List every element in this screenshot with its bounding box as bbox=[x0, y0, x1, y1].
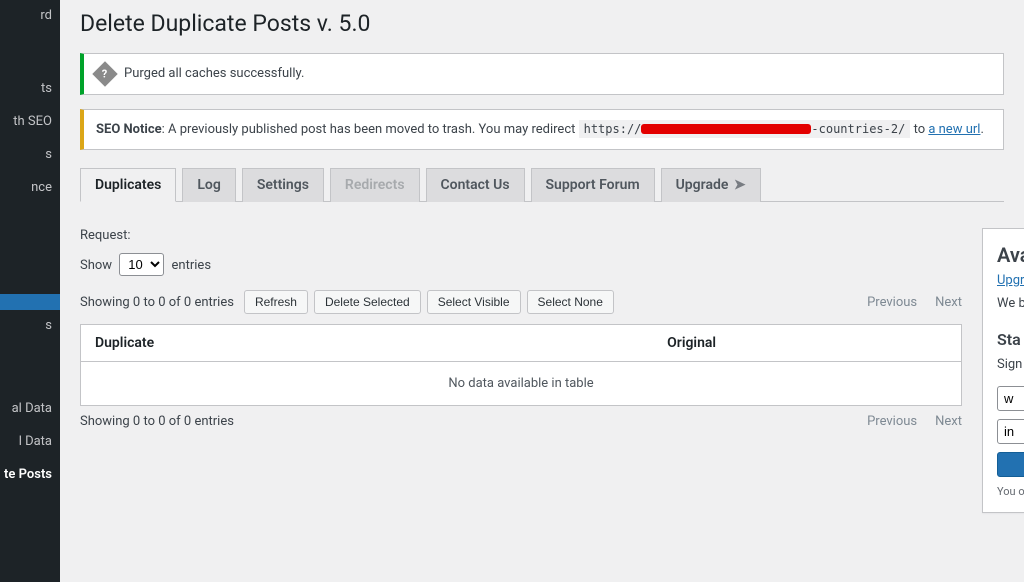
col-original[interactable]: Original bbox=[653, 325, 961, 362]
sidebar-item[interactable]: nce bbox=[0, 172, 60, 205]
length-suffix: entries bbox=[172, 258, 212, 273]
empty-row: No data available in table bbox=[81, 362, 962, 406]
right-small: You o our E bbox=[997, 485, 1024, 498]
prev-page-bottom[interactable]: Previous bbox=[867, 414, 917, 429]
tab-settings[interactable]: Settings bbox=[242, 168, 324, 202]
sidebar-item[interactable] bbox=[0, 33, 60, 73]
right-submit-button[interactable] bbox=[997, 452, 1024, 477]
sidebar-item[interactable]: ts bbox=[0, 73, 60, 106]
sidebar-item[interactable]: th SEO bbox=[0, 106, 60, 139]
pager-bottom: Previous Next bbox=[867, 414, 962, 429]
notice-seo: SEO Notice: A previously published post … bbox=[80, 109, 1004, 151]
select-visible-button[interactable]: Select Visible bbox=[427, 290, 521, 314]
page-title: Delete Duplicate Posts v. 5.0 bbox=[80, 10, 1004, 37]
sidebar-item[interactable]: te Posts bbox=[0, 459, 60, 492]
right-p1: We before bbox=[997, 294, 1024, 314]
info-icon: ? bbox=[92, 61, 117, 86]
seo-notice-mid: to bbox=[914, 122, 929, 137]
seo-notice-url: https://-countries-2/ bbox=[579, 120, 911, 138]
tabs: Duplicates Log Settings Redirects Contac… bbox=[80, 168, 1004, 202]
sidebar-item[interactable]: l Data bbox=[0, 426, 60, 459]
right-heading: Available bbox=[997, 243, 1024, 267]
new-url-link[interactable]: a new url bbox=[928, 122, 980, 137]
notice-success: ? Purged all caches successfully. bbox=[80, 53, 1004, 95]
duplicates-table: Duplicate Original No data available in … bbox=[80, 324, 962, 406]
next-page-bottom[interactable]: Next bbox=[935, 414, 962, 429]
refresh-button[interactable]: Refresh bbox=[244, 290, 308, 314]
seo-notice-before: : A previously published post has been m… bbox=[162, 122, 579, 137]
prev-page[interactable]: Previous bbox=[867, 295, 917, 310]
right-input-2[interactable] bbox=[997, 419, 1024, 444]
entries-info-bottom: Showing 0 to 0 of 0 entries bbox=[80, 414, 234, 429]
seo-notice-after: . bbox=[980, 122, 983, 137]
length-prefix: Show bbox=[80, 258, 112, 273]
sidebar-item[interactable]: s bbox=[0, 139, 60, 172]
sidebar-item[interactable]: al Data bbox=[0, 393, 60, 426]
sidebar-item[interactable]: rd bbox=[0, 0, 60, 33]
request-label: Request: bbox=[80, 228, 962, 243]
admin-sidebar: rd ts th SEO s nce s al Data l Data te P… bbox=[0, 0, 60, 582]
notice-success-text: Purged all caches successfully. bbox=[124, 64, 304, 84]
redacted-icon bbox=[641, 124, 811, 134]
sidebar-item-active[interactable] bbox=[0, 294, 60, 310]
arrow-right-icon: ➤ bbox=[734, 177, 746, 193]
next-page[interactable]: Next bbox=[935, 295, 962, 310]
tab-support-forum[interactable]: Support Forum bbox=[531, 168, 655, 202]
seo-notice-label: SEO Notice bbox=[96, 122, 162, 137]
right-upgrade-link[interactable]: Upgrade bbox=[997, 273, 1024, 288]
select-none-button[interactable]: Select None bbox=[527, 290, 614, 314]
tab-contact[interactable]: Contact Us bbox=[426, 168, 525, 202]
tab-redirects: Redirects bbox=[330, 168, 420, 202]
entries-info-top: Showing 0 to 0 of 0 entries bbox=[80, 295, 234, 310]
tab-duplicates[interactable]: Duplicates bbox=[80, 168, 176, 202]
entries-select[interactable]: 10 bbox=[119, 253, 164, 276]
main-content: Delete Duplicate Posts v. 5.0 ? Purged a… bbox=[60, 0, 1024, 582]
tab-log[interactable]: Log bbox=[182, 168, 235, 202]
right-input-1[interactable] bbox=[997, 386, 1024, 411]
sidebar-right-panel: Available Upgrade We before Sta Sign dir… bbox=[982, 228, 1024, 513]
tab-upgrade[interactable]: Upgrade ➤ bbox=[661, 168, 761, 202]
right-heading2: Sta bbox=[997, 330, 1024, 349]
col-duplicate[interactable]: Duplicate bbox=[81, 325, 654, 362]
right-p2: Sign direct Wor dup bbox=[997, 355, 1024, 375]
sidebar-item[interactable]: s bbox=[0, 310, 60, 343]
delete-selected-button[interactable]: Delete Selected bbox=[314, 290, 421, 314]
pager-top: Previous Next bbox=[867, 295, 962, 310]
